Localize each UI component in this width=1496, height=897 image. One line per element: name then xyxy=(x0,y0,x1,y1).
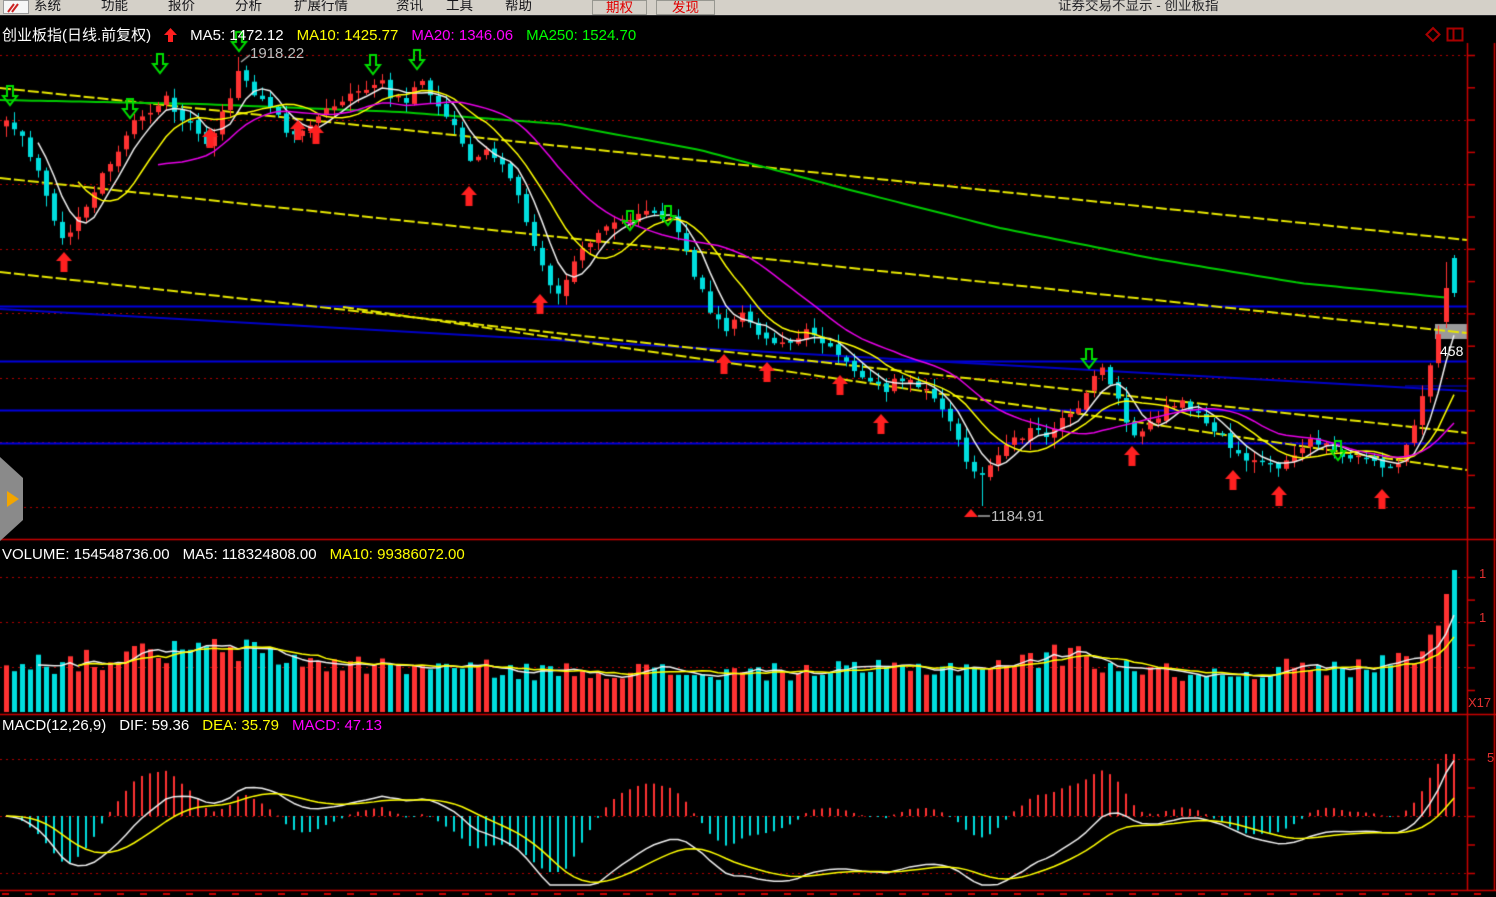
ma250-value: MA250: 1524.70 xyxy=(526,27,636,46)
ma10-value: MA10: 1425.77 xyxy=(297,27,399,46)
menu-item-system[interactable]: 系统 xyxy=(34,0,61,14)
high-price-label: 1918.22 xyxy=(250,45,304,62)
menu-item-tools[interactable]: 工具 xyxy=(446,0,473,14)
volume-axis-label-1: 1 xyxy=(1479,566,1486,581)
macd-title: MACD(12,26,9) xyxy=(2,717,106,734)
app-logo-icon[interactable] xyxy=(3,0,29,14)
menu-item-extended[interactable]: 扩展行情 xyxy=(294,0,348,14)
chart-title: 创业板指(日线.前复权) xyxy=(2,27,151,46)
menu-item-analysis[interactable]: 分析 xyxy=(235,0,262,14)
menu-item-info[interactable]: 资讯 xyxy=(396,0,423,14)
volume-axis-label-2: 1 xyxy=(1479,610,1486,625)
macd-dea-value: DEA: 35.79 xyxy=(202,717,279,734)
volume-scale-label: X17 xyxy=(1468,695,1491,710)
split-window-icon[interactable] xyxy=(1446,26,1464,43)
kline-indicator-row: 创业板指(日线.前复权) MA5: 1472.12 MA10: 1425.77 … xyxy=(2,27,636,46)
macd-dif-value: DIF: 59.36 xyxy=(119,717,189,734)
ma5-value: MA5: 1472.12 xyxy=(190,27,283,46)
diamond-icon[interactable] xyxy=(1424,26,1442,43)
volume-ma10-value: MA10: 99386072.00 xyxy=(330,546,465,563)
menu-bar: 系统 功能 报价 分析 扩展行情 资讯 工具 帮助 期权 发现 证券交易不显示 … xyxy=(0,0,1496,16)
macd-axis-label: 5 xyxy=(1487,750,1494,765)
status-text: 证券交易不显示 - 创业板指 xyxy=(1058,0,1219,14)
menu-button-options[interactable]: 期权 xyxy=(592,0,647,15)
low-price-label: 1184.91 xyxy=(991,508,1044,525)
macd-value: MACD: 47.13 xyxy=(292,717,382,734)
expand-arrow-icon xyxy=(7,491,19,507)
menu-button-discover[interactable]: 发现 xyxy=(656,0,715,15)
menu-item-function[interactable]: 功能 xyxy=(101,0,128,14)
kline-chart-canvas[interactable] xyxy=(0,0,1496,897)
macd-indicator-row: MACD(12,26,9) DIF: 59.36 DEA: 35.79 MACD… xyxy=(2,717,382,734)
volume-value: VOLUME: 154548736.00 xyxy=(2,546,170,563)
volume-ma5-value: MA5: 118324808.00 xyxy=(183,546,317,563)
menu-item-quotes[interactable]: 报价 xyxy=(168,0,195,14)
price-up-arrow-icon xyxy=(164,28,177,46)
volume-indicator-row: VOLUME: 154548736.00 MA5: 118324808.00 M… xyxy=(2,546,465,563)
menu-item-help[interactable]: 帮助 xyxy=(505,0,532,14)
ma20-value: MA20: 1346.06 xyxy=(411,27,513,46)
last-price-tag: 458 xyxy=(1440,343,1467,359)
trading-terminal-window: { "menu": { "items": ["系统", "功能", "报价", … xyxy=(0,0,1496,897)
